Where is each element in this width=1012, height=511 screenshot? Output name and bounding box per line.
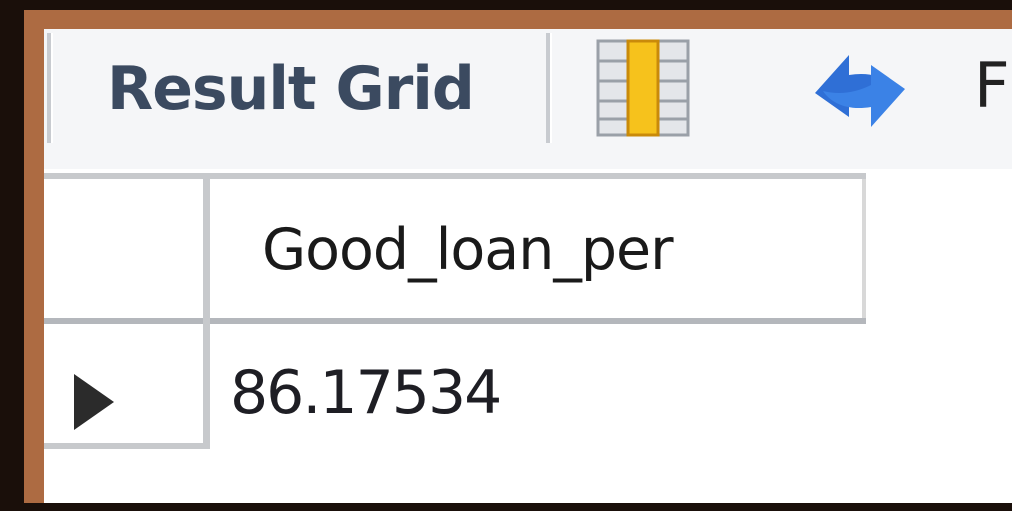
table-cell[interactable]: 86.17534 — [230, 363, 502, 423]
grid-view-icon[interactable] — [596, 39, 690, 137]
result-grid[interactable]: Good_loan_per 86.17534 — [44, 169, 1012, 503]
column-header-label: Good_loan_per — [262, 217, 674, 283]
grid-border — [44, 318, 866, 324]
toolbar-separator — [47, 33, 53, 143]
result-panel: Result Grid F Good_loan_per 86.17534 — [44, 29, 1012, 503]
result-toolbar: Result Grid F — [44, 29, 1012, 169]
toolbar-separator — [546, 33, 552, 143]
row-selector-icon[interactable] — [74, 374, 114, 430]
grid-border — [203, 175, 210, 449]
next-toolbar-item[interactable]: F — [974, 55, 1010, 117]
refresh-icon[interactable] — [801, 39, 919, 143]
grid-border — [44, 443, 210, 449]
result-grid-tab[interactable]: Result Grid — [107, 59, 475, 119]
